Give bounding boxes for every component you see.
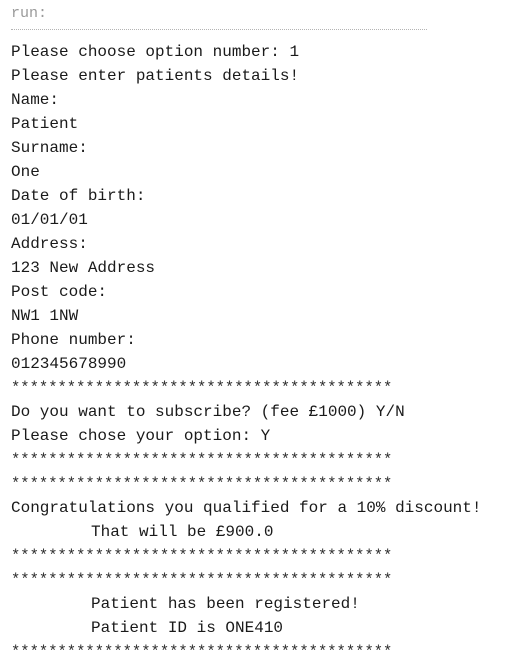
asterisk-separator: ****************************************…: [11, 379, 393, 397]
asterisk-separator: ****************************************…: [11, 451, 393, 469]
output-text: Please choose option number: 1 Please en…: [11, 40, 511, 664]
output-line: Phone number:: [11, 331, 136, 349]
asterisk-separator: ****************************************…: [11, 571, 393, 589]
asterisk-separator: ****************************************…: [11, 547, 393, 565]
run-label: run:: [11, 5, 48, 22]
output-line: 123 New Address: [11, 259, 156, 277]
output-line: One: [11, 163, 40, 181]
output-line: Please choose option number: 1: [11, 43, 300, 61]
output-line: NW1 1NW: [11, 307, 79, 325]
output-line: Post code:: [11, 283, 108, 301]
output-line: Please enter patients details!: [11, 67, 300, 85]
asterisk-separator: ****************************************…: [11, 643, 393, 661]
output-line: Date of birth:: [11, 187, 146, 205]
output-line: That will be £900.0: [91, 523, 274, 541]
output-line: Do you want to subscribe? (fee £1000) Y/…: [11, 403, 405, 421]
output-line: 012345678990: [11, 355, 127, 373]
output-line: Congratulations you qualified for a 10% …: [11, 499, 482, 517]
dotted-separator: [11, 29, 427, 30]
output-line: Address:: [11, 235, 88, 253]
output-line: Please chose your option: Y: [11, 427, 271, 445]
output-line: Name:: [11, 91, 60, 109]
output-line: Patient has been registered!: [91, 595, 360, 613]
output-line: 01/01/01: [11, 211, 88, 229]
console-output-panel: run: Please choose option number: 1 Plea…: [0, 0, 514, 661]
asterisk-separator: ****************************************…: [11, 475, 393, 493]
output-line: Surname:: [11, 139, 88, 157]
output-line: Patient ID is ONE410: [91, 619, 284, 637]
output-line: Patient: [11, 115, 79, 133]
